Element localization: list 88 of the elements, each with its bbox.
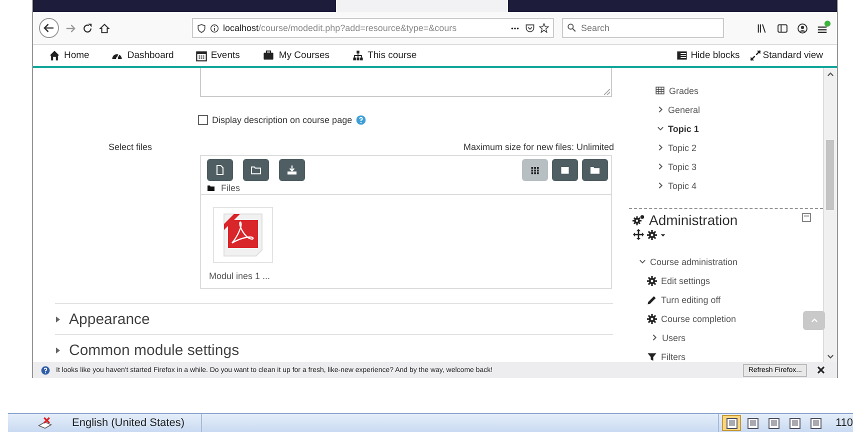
language-text[interactable]: English (United States)	[72, 417, 184, 429]
folder-icon	[207, 184, 215, 192]
nav-link[interactable]: Dashboard	[111, 50, 174, 61]
nav-link[interactable]: Home	[49, 50, 90, 61]
file-action-button[interactable]	[207, 159, 233, 181]
caret-down-icon	[660, 232, 666, 238]
zoom-level[interactable]: 110	[835, 417, 853, 429]
nav-action-link[interactable]: Standard view	[750, 50, 823, 61]
checkbox-label: Display description on course page	[212, 115, 352, 125]
chevron-up-icon	[810, 318, 818, 323]
info-icon	[210, 24, 219, 32]
sidebar-icon[interactable]	[777, 22, 788, 34]
scroll-thumb[interactable]	[826, 140, 834, 210]
back-button[interactable]	[39, 18, 59, 38]
field-label: Select files	[107, 142, 153, 152]
folder-icon	[589, 164, 601, 176]
page-view-icon	[768, 418, 780, 428]
page-view-icon	[810, 418, 822, 428]
address-bar[interactable]: localhost/course/modedit.php?add=resource&type=&cours	[192, 18, 554, 38]
star-icon	[539, 23, 549, 33]
nav-link[interactable]: Events	[196, 50, 240, 62]
briefcase-icon	[262, 50, 275, 61]
reload-button[interactable]	[82, 22, 93, 34]
sitemap-icon	[352, 50, 364, 61]
file-icon	[214, 164, 226, 176]
nav-action-link[interactable]: Hide blocks	[674, 50, 740, 61]
nav-tree-item[interactable]: Topic 3	[629, 157, 697, 176]
nav-tree-item[interactable]: General	[629, 100, 700, 119]
admin-tree-item[interactable]: Filters	[629, 347, 686, 362]
download-icon	[286, 164, 298, 176]
proofing-error-icon	[36, 416, 54, 430]
folder-icon	[250, 164, 262, 176]
grid-icon	[529, 164, 541, 176]
collapse-icon[interactable]	[802, 213, 811, 222]
admin-tree-item[interactable]: Turn editing off	[629, 290, 721, 309]
nav-tree-item[interactable]: Topic 4	[629, 176, 697, 195]
indent-icon	[674, 50, 689, 61]
checkbox[interactable]	[198, 115, 208, 125]
admin-tree-item[interactable]: Edit settings	[629, 271, 710, 290]
breadcrumb-text: Files	[221, 183, 240, 193]
shield-icon	[197, 24, 206, 32]
nav-tree-item[interactable]: Topic 2	[629, 138, 697, 157]
back-arrow-icon	[43, 22, 55, 34]
block-title: Administration	[649, 212, 738, 228]
expand-arrows-icon	[750, 50, 761, 61]
gears-icon	[632, 214, 645, 226]
view-mode-button[interactable]	[522, 159, 548, 181]
gear-icon	[647, 230, 657, 240]
table-icon	[655, 86, 665, 95]
library-icon[interactable]	[757, 22, 768, 34]
file-action-button[interactable]	[243, 159, 269, 181]
home-icon	[49, 50, 60, 61]
pdf-file-icon	[222, 212, 264, 258]
nav-link[interactable]: My Courses	[262, 50, 330, 61]
admin-tree-item[interactable]: Users	[629, 328, 686, 347]
calendar-icon	[196, 50, 207, 62]
home-button[interactable]	[99, 22, 110, 34]
scrollbar[interactable]	[823, 68, 837, 362]
account-icon[interactable]	[797, 22, 808, 34]
search-field[interactable]: Search	[562, 18, 724, 38]
view-mode-button[interactable]	[552, 159, 578, 181]
max-size-text: Maximum size for new files: Unlimited	[463, 142, 614, 152]
nav-tree-item[interactable]: Topic 1	[629, 119, 699, 138]
gear-icon	[647, 276, 657, 286]
help-icon	[356, 115, 366, 125]
view-mode-button[interactable]	[582, 159, 608, 181]
list-icon	[559, 164, 571, 176]
move-icon	[633, 229, 644, 240]
page-view-icon	[726, 418, 738, 428]
scroll-down-icon[interactable]	[827, 354, 834, 359]
nav-link[interactable]: This course	[352, 50, 417, 61]
url-text: localhost/course/modedit.php?add=resource&type=&cours	[223, 23, 458, 33]
page-view-icon	[746, 418, 759, 428]
admin-tree-item[interactable]: Course administration	[629, 252, 738, 271]
section-header[interactable]: Appearance	[55, 303, 613, 334]
menu-icon[interactable]	[817, 20, 831, 36]
nav-tree-item[interactable]: Grades	[629, 81, 699, 100]
page-view-icon	[788, 418, 801, 428]
view-button[interactable]	[722, 415, 742, 431]
forward-button[interactable]	[65, 22, 76, 34]
gear-icon	[647, 314, 657, 324]
pencil-icon	[647, 294, 657, 304]
resize-grip-icon[interactable]	[604, 89, 610, 95]
file-action-button[interactable]	[279, 159, 305, 181]
admin-tree-item[interactable]: Course completion	[629, 309, 736, 328]
pocket-icon	[525, 23, 535, 33]
help-icon	[41, 366, 50, 374]
scroll-up-icon[interactable]	[827, 72, 834, 77]
